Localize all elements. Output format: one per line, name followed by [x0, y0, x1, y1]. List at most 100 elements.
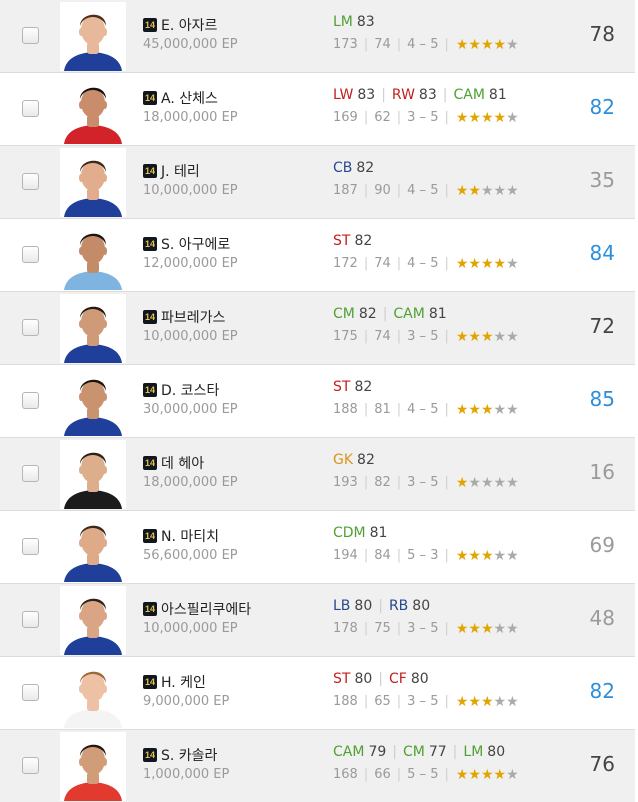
select-checkbox[interactable] [22, 173, 39, 190]
position-ratings: GK 82 [333, 452, 375, 468]
season-badge-icon: 14 [143, 383, 157, 397]
player-photo [60, 2, 126, 71]
select-checkbox[interactable] [22, 684, 39, 701]
star-icon: ★ [493, 36, 507, 53]
star-icon: ★ [506, 182, 519, 199]
player-score: 84 [589, 241, 615, 265]
position-rating: ST 82 [333, 233, 372, 249]
player-score: 82 [589, 95, 615, 119]
position-rating: CAM 81 [393, 306, 446, 322]
player-stats: 188 | 65 | 3 – 5 | ★ ★ ★ ★ ★ [333, 693, 519, 710]
player-row[interactable]: 14 N. 마티치 56,600,000 EP CDM 81 194 | 84 |… [0, 511, 635, 584]
skill-moves: 3 – 5 [407, 694, 439, 709]
player-photo [60, 148, 126, 217]
position-ratings: CAM 79 | CM 77 | LM 80 [333, 744, 506, 760]
player-name-line: 14 D. 코스타 [143, 380, 219, 400]
position-ovr: 83 [418, 87, 437, 103]
player-name-line: 14 A. 산체스 [143, 88, 218, 108]
player-score: 78 [589, 22, 615, 46]
player-photo [60, 659, 126, 728]
position-rating: ST 82 [333, 379, 372, 395]
player-row[interactable]: 14 파브레가스 10,000,000 EP CM 82 | CAM 81 175 | … [0, 292, 635, 365]
player-weight: 74 [374, 329, 391, 344]
star-icon: ★ [455, 547, 469, 564]
player-weight: 82 [374, 475, 391, 490]
skill-moves: 4 – 5 [407, 402, 439, 417]
position-code: CM [402, 744, 425, 760]
star-icon: ★ [506, 109, 519, 126]
player-weight: 62 [374, 110, 391, 125]
player-score: 35 [589, 168, 615, 192]
player-name: A. 산체스 [161, 91, 218, 107]
player-row[interactable]: 14 J. 테리 10,000,000 EP CB 82 187 | 90 | 4… [0, 146, 635, 219]
season-badge-icon: 14 [143, 456, 157, 470]
star-icon: ★ [493, 693, 507, 710]
position-code: LM [463, 744, 484, 760]
position-code: LB [333, 598, 351, 614]
player-height: 193 [333, 475, 358, 490]
skill-moves: 4 – 5 [407, 37, 439, 52]
player-row[interactable]: 14 A. 산체스 18,000,000 EP LW 83 | RW 83 | CAM 81 … [0, 73, 635, 146]
position-rating: CAM 79 [333, 744, 386, 760]
player-name: J. 테리 [161, 164, 200, 180]
player-row[interactable]: 14 E. 아자르 45,000,000 EP LM 83 173 | 74 | … [0, 0, 635, 73]
player-weight: 81 [374, 402, 391, 417]
position-ovr: 83 [356, 14, 375, 30]
position-ovr: 82 [356, 160, 375, 176]
player-height: 178 [333, 621, 358, 636]
skill-moves: 4 – 5 [407, 256, 439, 271]
select-checkbox[interactable] [22, 392, 39, 409]
position-ovr: 77 [428, 744, 447, 760]
player-score: 82 [589, 679, 615, 703]
player-portrait-icon [60, 294, 126, 363]
position-code: CF [389, 671, 407, 687]
position-ovr: 80 [412, 598, 431, 614]
player-row[interactable]: 14 S. 카솔라 1,000,000 EP CAM 79 | CM 77 | LM 80 1… [0, 730, 635, 802]
player-row[interactable]: 14 H. 케인 9,000,000 EP ST 80 | CF 80 188 | 65… [0, 657, 635, 730]
player-portrait-icon [60, 2, 126, 71]
player-score: 48 [589, 606, 615, 630]
star-icon: ★ [468, 620, 481, 637]
season-badge-icon: 14 [143, 164, 157, 178]
player-score: 69 [589, 533, 615, 557]
select-checkbox[interactable] [22, 611, 39, 628]
season-badge-icon: 14 [143, 237, 157, 251]
select-checkbox[interactable] [22, 757, 39, 774]
select-checkbox[interactable] [22, 27, 39, 44]
position-rating: CM 82 [333, 306, 377, 322]
select-checkbox[interactable] [22, 100, 39, 117]
player-row[interactable]: 14 데 헤아 18,000,000 EP GK 82 193 | 82 | 3 … [0, 438, 635, 511]
star-icon: ★ [506, 766, 519, 783]
player-row[interactable]: 14 D. 코스타 30,000,000 EP ST 82 188 | 81 | … [0, 365, 635, 438]
select-checkbox[interactable] [22, 465, 39, 482]
position-ovr: 80 [487, 744, 506, 760]
star-icon: ★ [480, 474, 494, 491]
player-row[interactable]: 14 아스필리쿠에타 10,000,000 EP LB 80 | RB 80 178 |… [0, 584, 635, 657]
player-price: 18,000,000 EP [143, 475, 238, 490]
position-code: CDM [333, 525, 366, 541]
star-icon: ★ [455, 36, 469, 53]
player-height: 187 [333, 183, 358, 198]
star-icon: ★ [468, 328, 481, 345]
star-icon: ★ [468, 182, 481, 199]
player-stats: 187 | 90 | 4 – 5 | ★ ★ ★ ★ ★ [333, 182, 519, 199]
select-checkbox[interactable] [22, 319, 39, 336]
player-name-line: 14 데 헤아 [143, 453, 204, 473]
player-photo [60, 513, 126, 582]
star-rating: ★ ★ ★ ★ ★ [456, 111, 519, 125]
position-rating: ST 80 [333, 671, 372, 687]
player-score: 16 [589, 460, 615, 484]
star-icon: ★ [493, 255, 507, 272]
star-icon: ★ [480, 620, 494, 637]
player-photo [60, 367, 126, 436]
player-portrait-icon [60, 440, 126, 509]
player-weight: 66 [374, 767, 391, 782]
player-stats: 173 | 74 | 4 – 5 | ★ ★ ★ ★ ★ [333, 36, 519, 53]
position-ovr: 82 [357, 452, 375, 468]
select-checkbox[interactable] [22, 538, 39, 555]
player-row[interactable]: 14 S. 아구에로 12,000,000 EP ST 82 172 | 74 |… [0, 219, 635, 292]
player-stats: 175 | 74 | 3 – 5 | ★ ★ ★ ★ ★ [333, 328, 519, 345]
select-checkbox[interactable] [22, 246, 39, 263]
player-stats: 168 | 66 | 5 – 5 | ★ ★ ★ ★ ★ [333, 766, 519, 783]
player-portrait-icon [60, 148, 126, 217]
